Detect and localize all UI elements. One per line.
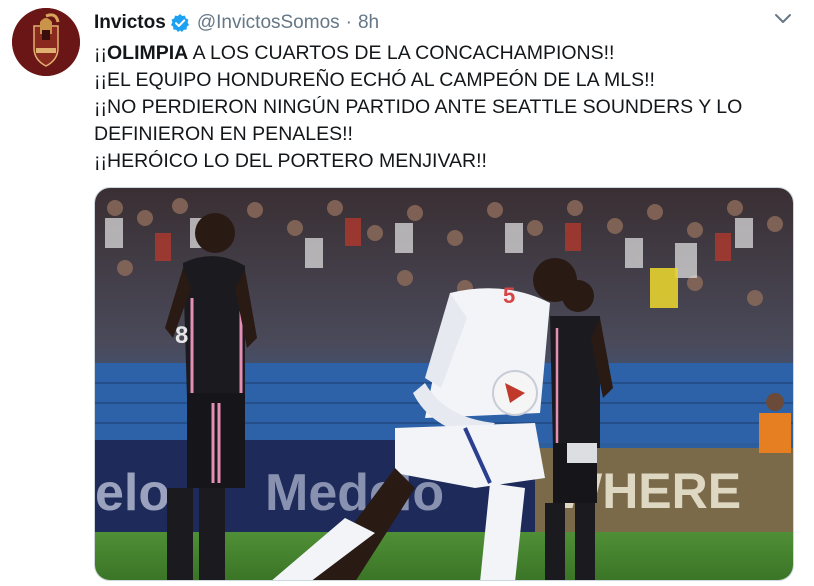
separator-dot: · <box>345 12 352 33</box>
display-name[interactable]: Invictos <box>94 12 166 34</box>
tweet-media-photo[interactable]: elo Medelo WHERE 8 5 <box>94 187 794 581</box>
tweet: Invictos @InvictosSomos · 8h ¡¡OLIMPIA A… <box>0 0 814 586</box>
jersey-number: 8 <box>175 322 188 349</box>
chevron-down-icon[interactable] <box>772 10 794 28</box>
tweet-text-line: ¡¡HERÓICO LO DEL PORTERO MENJIVAR!! <box>94 150 487 172</box>
team-crest-icon <box>12 8 80 76</box>
jersey-number: 5 <box>503 283 515 308</box>
avatar[interactable] <box>12 8 80 76</box>
tweet-text-line: ¡¡NO PERDIERON NINGÚN PARTIDO ANTE SEATT… <box>94 96 743 118</box>
ad-board-text: elo <box>95 464 170 522</box>
football-match-photo: elo Medelo WHERE 8 5 <box>95 188 793 580</box>
tweet-text-line: ¡¡EL EQUIPO HONDUREÑO ECHÓ AL CAMPEÓN DE… <box>94 69 655 91</box>
tweet-header: Invictos @InvictosSomos · 8h <box>94 11 379 35</box>
user-handle[interactable]: @InvictosSomos <box>197 12 340 34</box>
tweet-text-line: ¡¡OLIMPIA A LOS CUARTOS DE LA CONCACHAMP… <box>94 42 615 64</box>
timestamp[interactable]: 8h <box>358 12 379 34</box>
tweet-text-line: DEFINIERON EN PENALES!! <box>94 123 353 145</box>
tweet-text: ¡¡OLIMPIA A LOS CUARTOS DE LA CONCACHAMP… <box>94 40 794 175</box>
verified-badge-icon <box>170 13 190 33</box>
